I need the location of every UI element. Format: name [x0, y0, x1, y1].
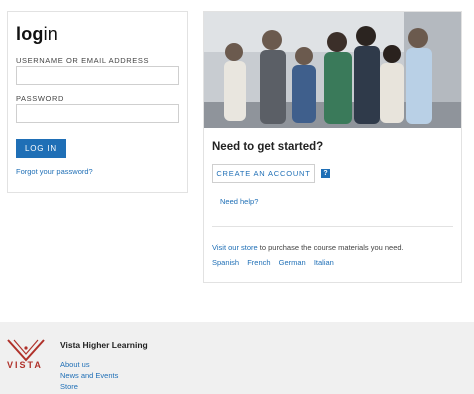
username-input[interactable]	[16, 66, 179, 85]
password-label: PASSWORD	[16, 94, 64, 103]
visit-store-link[interactable]: Visit our store	[212, 243, 258, 252]
login-title-bold: log	[16, 24, 44, 44]
language-link-spanish[interactable]: Spanish	[212, 258, 239, 267]
need-help-link[interactable]: Need help?	[220, 197, 258, 206]
language-link-german[interactable]: German	[279, 258, 306, 267]
get-started-card: Need to get started? CREATE AN ACCOUNT ?…	[203, 11, 462, 283]
username-label: USERNAME OR EMAIL ADDRESS	[16, 56, 150, 65]
footer: VISTA Vista Higher Learning About us New…	[0, 322, 474, 394]
footer-link-news[interactable]: News and Events	[60, 371, 118, 380]
login-button[interactable]: LOG IN	[16, 139, 66, 158]
login-card: login USERNAME OR EMAIL ADDRESS PASSWORD…	[7, 11, 188, 193]
create-account-button[interactable]: CREATE AN ACCOUNT	[212, 164, 315, 183]
forgot-password-link[interactable]: Forgot your password?	[16, 167, 93, 176]
login-title: login	[16, 24, 58, 45]
students-photo-illustration	[204, 12, 461, 128]
visit-store-text: Visit our store to purchase the course m…	[212, 243, 404, 252]
footer-title: Vista Higher Learning	[60, 340, 148, 350]
footer-link-about[interactable]: About us	[60, 360, 90, 369]
divider	[212, 226, 453, 227]
footer-link-store[interactable]: Store	[60, 382, 78, 391]
language-link-french[interactable]: French	[247, 258, 270, 267]
students-hero-image	[204, 12, 461, 128]
get-started-title: Need to get started?	[212, 141, 324, 153]
language-link-italian[interactable]: Italian	[314, 258, 334, 267]
password-input[interactable]	[16, 104, 179, 123]
help-icon[interactable]: ?	[321, 169, 330, 178]
login-title-light: in	[43, 24, 59, 44]
visit-store-suffix: to purchase the course materials you nee…	[257, 243, 404, 252]
language-links: Spanish French German Italian	[212, 258, 340, 267]
vista-wordmark: VISTA	[7, 360, 43, 370]
